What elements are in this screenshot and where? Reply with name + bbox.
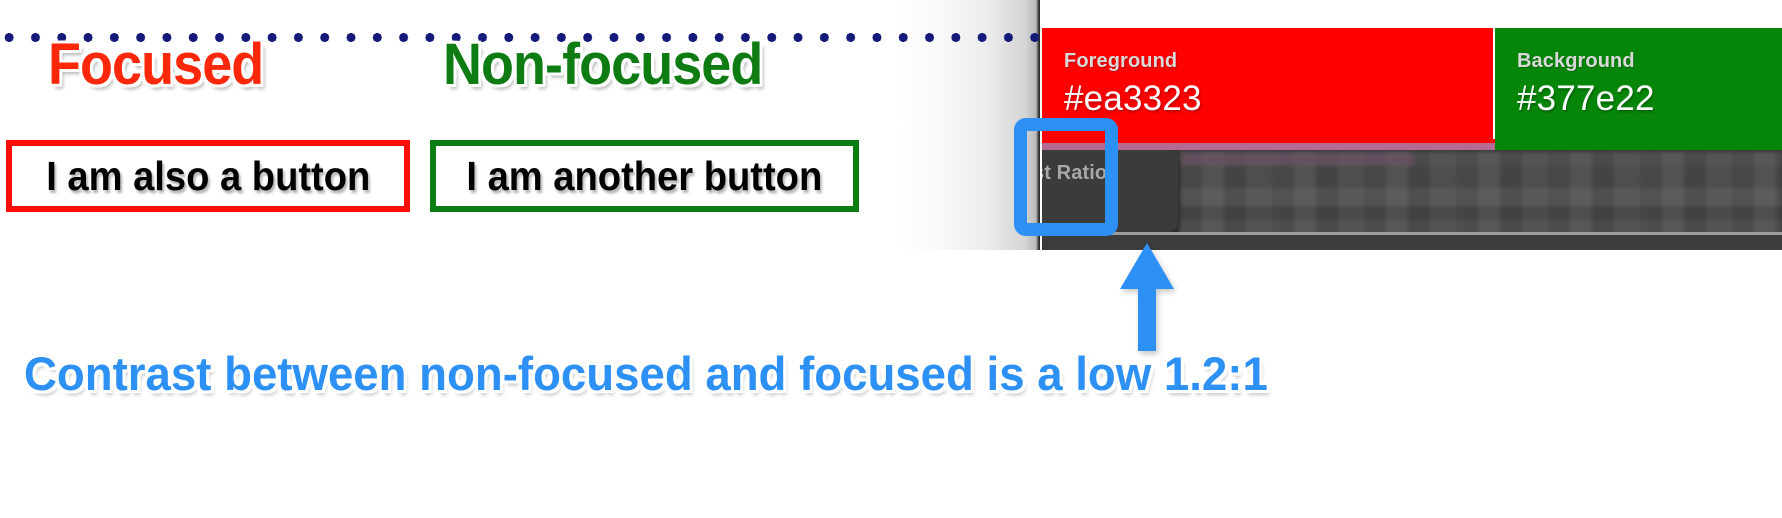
foreground-value: #ea3323 <box>1064 79 1202 118</box>
foreground-label: Foreground <box>1064 50 1178 72</box>
devtools-dark-panel: Contrast Ratio 1.2 <box>1042 150 1782 236</box>
highlight-callout-box <box>1014 118 1118 236</box>
background-value: #377e22 <box>1517 79 1655 118</box>
focused-button[interactable]: I am also a button <box>6 140 410 212</box>
screenshot-root: Focused Non-focused I am also a button I… <box>0 0 1782 518</box>
devtools-contrast-inspector: Foreground #ea3323 Background #377e22 Co… <box>1042 0 1782 250</box>
heading-non-focused: Non-focused <box>443 32 763 97</box>
up-arrow-icon <box>1120 243 1174 351</box>
non-focused-button-label: I am another button <box>466 152 823 199</box>
annotation-caption: Contrast between non-focused and focused… <box>24 347 1268 400</box>
focused-button-label: I am also a button <box>45 152 371 199</box>
heading-focused: Focused <box>48 32 264 97</box>
demo-page-area: Focused Non-focused I am also a button I… <box>0 0 1040 250</box>
background-label: Background <box>1517 50 1635 72</box>
non-focused-button[interactable]: I am another button <box>430 140 859 212</box>
blurred-topbar <box>1182 153 1414 165</box>
background-swatch[interactable]: Background #377e22 <box>1495 28 1782 150</box>
